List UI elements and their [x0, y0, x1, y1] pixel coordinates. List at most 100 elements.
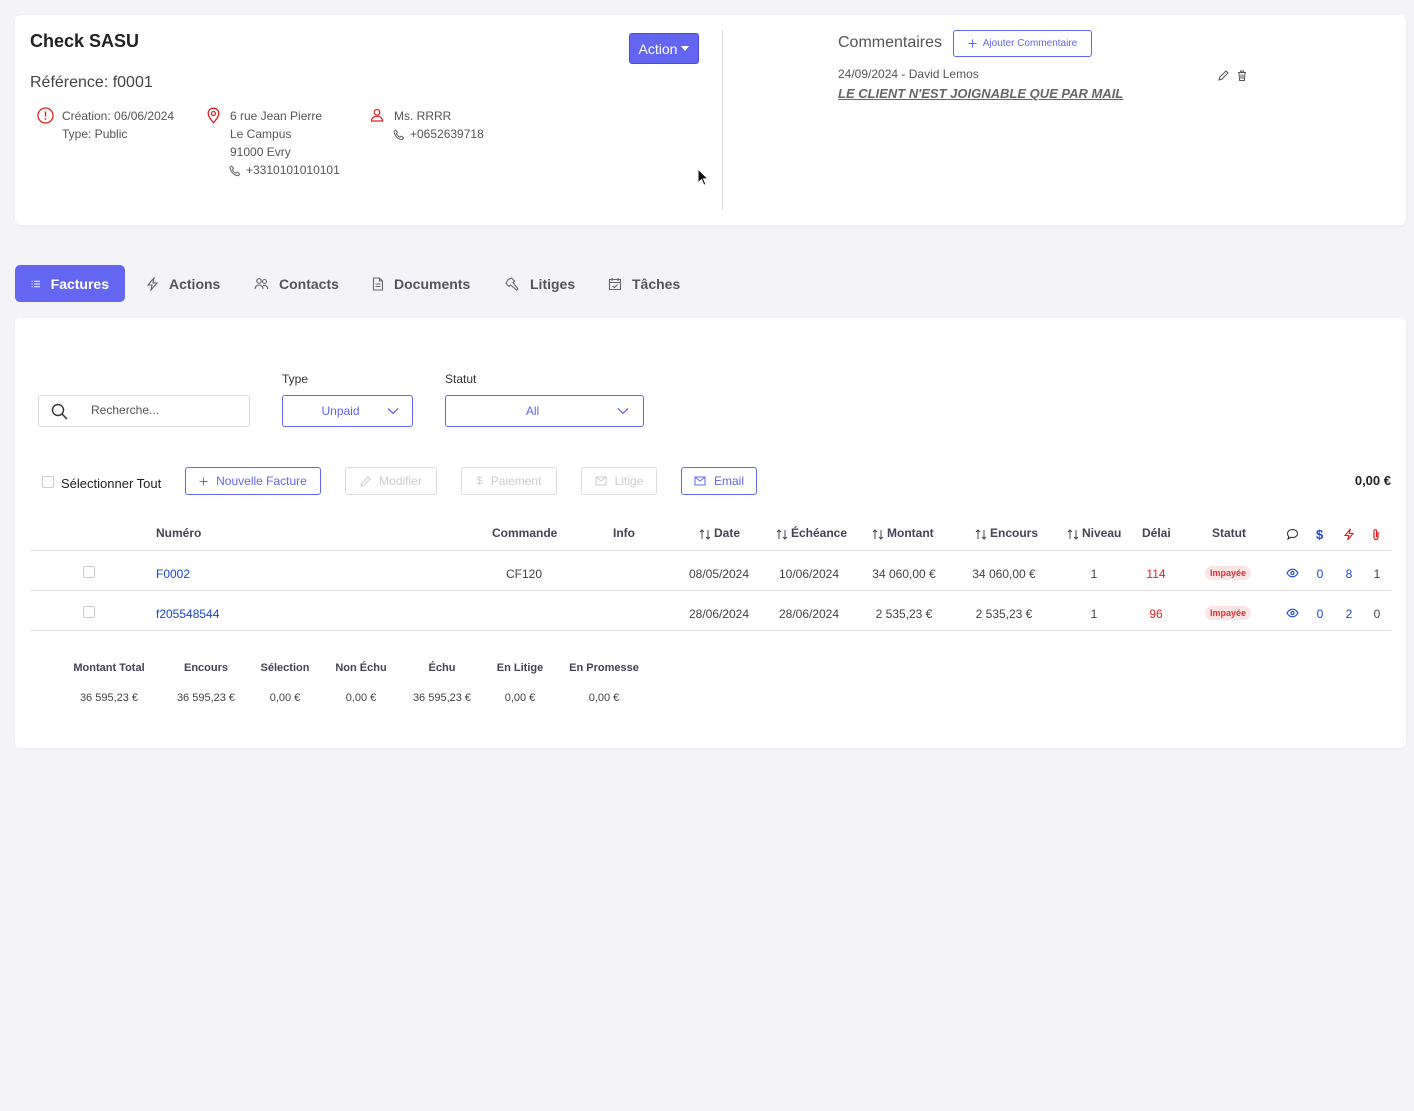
tab-taches[interactable]: Tâches: [592, 265, 696, 302]
due-date-text: 28/06/2024: [778, 607, 840, 621]
column-header-encours[interactable]: Encours: [990, 526, 1038, 540]
row-checkbox[interactable]: [83, 606, 95, 618]
action-button-label: Action: [638, 40, 678, 57]
amount-text: 34 060,00 €: [872, 567, 936, 581]
outstanding-text: 34 060,00 €: [972, 567, 1036, 581]
hammer-icon: [505, 276, 519, 291]
invoice-number-link[interactable]: f205548544: [156, 607, 219, 621]
edit-comment-icon[interactable]: [1218, 70, 1229, 81]
delay-text: 114: [1146, 567, 1166, 581]
bolt-icon: [146, 276, 159, 291]
summary-label: Encours: [183, 662, 229, 674]
search-input[interactable]: [91, 403, 241, 417]
users-icon: [254, 278, 269, 290]
summary-value: 36 595,23 €: [412, 692, 472, 704]
payment-button[interactable]: $ Paiement: [461, 467, 557, 495]
select-all-label: Sélectionner Tout: [61, 476, 162, 491]
modify-button[interactable]: Modifier: [345, 467, 437, 495]
table-row[interactable]: F0002 CF120 08/05/2024 10/06/2024 34 060…: [15, 551, 1406, 590]
tab-actions[interactable]: Actions: [130, 265, 236, 302]
column-header-commande: Commande: [492, 526, 558, 540]
dollar-column-icon: $: [1316, 527, 1324, 542]
delete-comment-icon[interactable]: [1237, 70, 1247, 81]
status-badge-text: Impayée: [1204, 566, 1252, 580]
summary-value: 0,00 €: [504, 692, 536, 704]
column-header-echeance[interactable]: Échéance: [791, 526, 847, 540]
sort-icon[interactable]: [872, 529, 884, 540]
eye-icon[interactable]: [1286, 608, 1299, 618]
actions-count-text: 2: [1345, 607, 1353, 621]
type-select-value: Unpaid: [321, 404, 360, 418]
sort-icon[interactable]: [975, 529, 987, 540]
comment-meta: 24/09/2024 - David Lemos: [838, 67, 979, 81]
address-line-3: 91000 Evry: [230, 145, 291, 159]
contact-name: Ms. RRRR: [394, 109, 452, 123]
eye-icon[interactable]: [1286, 568, 1299, 578]
envelope-icon: [595, 476, 607, 486]
sort-icon[interactable]: [1067, 529, 1079, 540]
row-checkbox[interactable]: [83, 566, 95, 578]
summary-label: Échu: [428, 662, 456, 674]
invoice-date-text: 28/06/2024: [688, 607, 750, 621]
select-all-checkbox[interactable]: [42, 476, 54, 488]
comment-text: LE CLIENT N'EST JOIGNABLE QUE PAR MAIL: [838, 86, 1124, 101]
summary-value: 36 595,23 €: [79, 692, 139, 704]
summary-value: 0,00 €: [269, 692, 301, 704]
envelope-icon: [694, 476, 706, 486]
level-text: 1: [1090, 607, 1098, 621]
contact-phone: +0652639718: [410, 127, 484, 141]
calendar-icon: [608, 277, 622, 290]
list-icon: [31, 280, 40, 287]
email-button[interactable]: Email: [681, 467, 757, 495]
column-header-numero[interactable]: Numéro: [156, 526, 201, 540]
tab-contacts[interactable]: Contacts: [238, 265, 355, 302]
address-line-2: Le Campus: [230, 127, 292, 141]
tab-label: Litiges: [530, 275, 576, 292]
location-icon: [206, 107, 221, 124]
info-icon: [37, 107, 54, 124]
invoice-number-link[interactable]: F0002: [156, 567, 190, 581]
summary-value: 0,00 €: [588, 692, 620, 704]
dispute-button[interactable]: Litige: [581, 467, 657, 495]
user-icon: [370, 108, 384, 122]
row-divider: [30, 630, 1391, 631]
tab-label: Actions: [169, 275, 221, 292]
tab-litiges[interactable]: Litiges: [489, 265, 591, 302]
outstanding-text: 2 535,23 €: [975, 607, 1033, 621]
bolt-column-icon: [1343, 528, 1355, 541]
table-row[interactable]: f205548544 28/06/2024 28/06/2024 2 535,2…: [15, 591, 1406, 630]
column-header-montant[interactable]: Montant: [887, 526, 934, 540]
creation-date: Création: 06/06/2024: [62, 109, 175, 123]
actions-count-text: 8: [1345, 567, 1353, 581]
column-header-niveau[interactable]: Niveau: [1082, 526, 1121, 540]
summary-label: Sélection: [260, 662, 310, 674]
summary-label: En Litige: [496, 662, 544, 674]
chevron-down-icon: [617, 408, 629, 415]
tab-documents[interactable]: Documents: [356, 265, 486, 302]
vertical-divider: [722, 30, 723, 210]
modify-label: Modifier: [379, 474, 422, 488]
add-comment-button[interactable]: Ajouter Commentaire: [953, 30, 1092, 57]
new-invoice-label: Nouvelle Facture: [216, 474, 307, 488]
sort-icon[interactable]: [776, 529, 788, 540]
new-invoice-button[interactable]: Nouvelle Facture: [185, 467, 321, 495]
column-header-statut: Statut: [1212, 526, 1246, 540]
type-select[interactable]: Unpaid: [282, 395, 413, 427]
search-box: [38, 395, 250, 427]
attachments-count-text: 0: [1373, 607, 1381, 621]
contact-phone-icon: [393, 129, 405, 141]
address-line-1: 6 rue Jean Pierre: [230, 109, 323, 123]
tab-factures[interactable]: Factures: [15, 265, 125, 302]
tab-label: Factures: [50, 275, 109, 292]
plus-icon: [199, 477, 208, 485]
column-header-date[interactable]: Date: [714, 526, 740, 540]
sort-icon[interactable]: [699, 529, 711, 540]
pencil-icon: [360, 475, 371, 487]
status-select[interactable]: All: [445, 395, 644, 427]
selection-total: 0,00 €: [1354, 473, 1391, 488]
comments-count-text: 0: [1316, 607, 1324, 621]
client-header-card: Check SASU Référence: f0001 Création: 06…: [15, 15, 1406, 225]
chevron-down-icon: [387, 408, 399, 415]
status-badge-text: Impayée: [1204, 606, 1252, 620]
action-dropdown-button[interactable]: Action: [629, 33, 699, 64]
